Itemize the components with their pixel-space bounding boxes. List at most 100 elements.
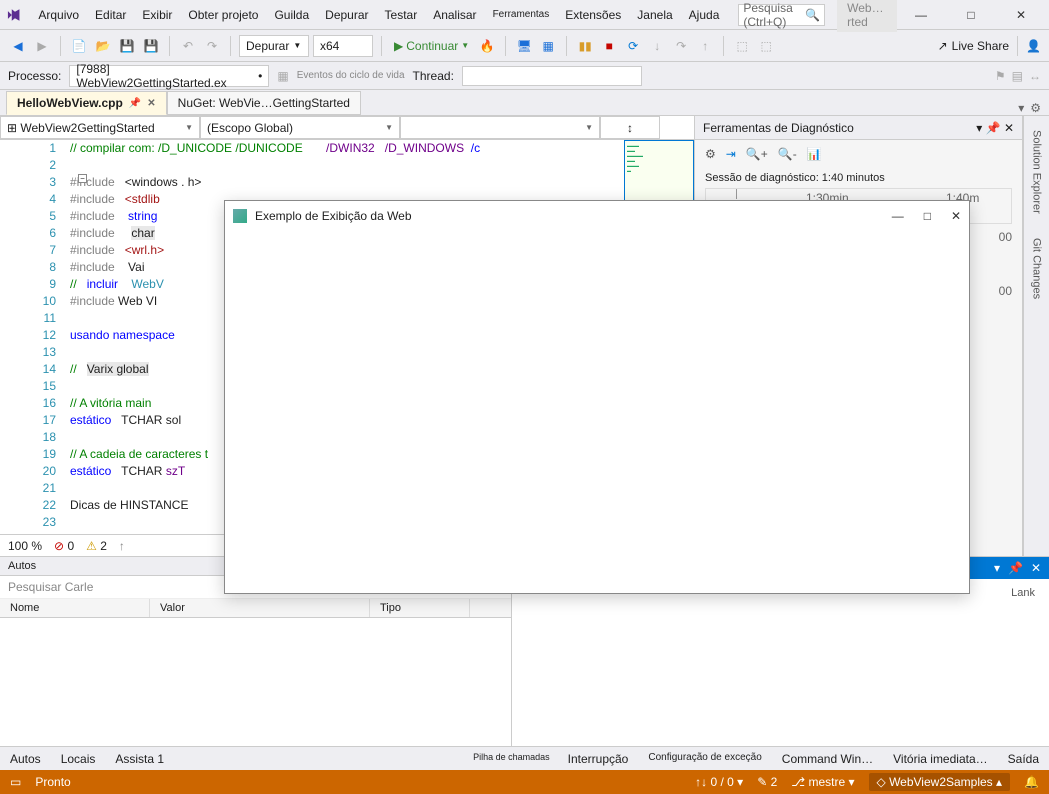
undo-icon[interactable]: ↶ — [178, 36, 198, 56]
tab-gear-icon[interactable]: ⚙ — [1030, 101, 1041, 115]
tab-locals[interactable]: Locais — [51, 748, 106, 770]
menu-analisar[interactable]: Analisar — [426, 4, 483, 26]
webview-maximize-button[interactable]: □ — [924, 209, 931, 223]
solution-title-badge: Web…rted — [837, 0, 897, 32]
pause-icon[interactable]: ▮▮ — [575, 36, 595, 56]
branch-status[interactable]: ⎇ mestre ▾ — [791, 775, 854, 789]
tab-close-icon[interactable]: ✕ — [147, 98, 155, 109]
webview-window[interactable]: Exemplo de Exibição da Web — □ ✕ — [224, 200, 970, 594]
split-editor-button[interactable]: ↕ — [600, 116, 660, 139]
tool-icon-1[interactable]: ⬚ — [732, 36, 752, 56]
step-over-icon[interactable]: ↷ — [671, 36, 691, 56]
cs-pin-icon[interactable]: 📌 — [1008, 561, 1023, 575]
open-icon[interactable]: 📂 — [93, 36, 113, 56]
save-icon[interactable]: 💾 — [117, 36, 137, 56]
menu-janela[interactable]: Janela — [630, 4, 679, 26]
global-search-input[interactable]: Pesquisa (Ctrl+Q) 🔍 — [738, 4, 825, 26]
tab-nuget[interactable]: NuGet: WebVie…GettingStarted — [167, 91, 361, 115]
step-into-icon[interactable]: ↓ — [647, 36, 667, 56]
global-scope-dropdown[interactable]: (Escopo Global)▼ — [200, 116, 400, 139]
browse-icon[interactable]: 🖥 — [514, 36, 534, 56]
tab-output[interactable]: Saída — [998, 748, 1049, 770]
tab-dropdown-icon[interactable]: ▾ — [1018, 101, 1024, 115]
col-name[interactable]: Nome — [0, 599, 150, 617]
process-dropdown[interactable]: [7988] WebView2GettingStarted.ex • — [69, 65, 269, 87]
tab-command-window[interactable]: Command Win… — [772, 748, 883, 770]
zoom-level[interactable]: 100 % — [8, 539, 42, 553]
flag-icon[interactable]: ⚑ — [995, 69, 1006, 83]
maximize-button[interactable]: □ — [949, 1, 993, 29]
menu-guilda[interactable]: Guilda — [267, 4, 316, 26]
export-icon[interactable]: ⇥ — [726, 147, 736, 161]
forward-icon[interactable]: ▶ — [32, 36, 52, 56]
zoom-in-icon[interactable]: 🔍+ — [746, 147, 768, 161]
tab-autos[interactable]: Autos — [0, 748, 51, 770]
tab-breakpoints[interactable]: Interrupção — [558, 748, 639, 770]
col-value[interactable]: Valor — [150, 599, 370, 617]
bottom-tabs: Autos Locais Assista 1 Pilha de chamadas… — [0, 746, 1049, 770]
tab-callstack[interactable]: Pilha de chamadas — [465, 748, 558, 770]
menu-ferramentas[interactable]: Ferramentas — [486, 5, 557, 24]
continue-button[interactable]: ▶ Continuar ▼ — [390, 35, 473, 57]
thread-dropdown[interactable] — [462, 66, 642, 86]
cs-dropdown-icon[interactable]: ▾ — [994, 561, 1000, 575]
chart-icon[interactable]: 📊 — [807, 147, 822, 161]
rail-solution-explorer[interactable]: Solution Explorer — [1029, 126, 1045, 218]
diagnostics-title: Ferramentas de Diagnóstico — [703, 121, 854, 135]
webview-close-button[interactable]: ✕ — [951, 209, 961, 223]
pane-dropdown-icon[interactable]: ▾ — [976, 121, 982, 135]
stack-icon[interactable]: ▤ — [1012, 69, 1023, 83]
menu-testar[interactable]: Testar — [378, 4, 425, 26]
step-out-icon[interactable]: ↑ — [695, 36, 715, 56]
search-icon: 🔍 — [805, 8, 820, 22]
back-icon[interactable]: ◀ — [8, 36, 28, 56]
arrow-icon[interactable]: ↔ — [1029, 69, 1041, 83]
play-icon: ▶ — [394, 39, 403, 53]
menu-exibir[interactable]: Exibir — [135, 4, 179, 26]
pane-close-icon[interactable]: ✕ — [1004, 121, 1014, 135]
platform-dropdown[interactable]: x64 — [313, 35, 373, 57]
minimap[interactable]: ▬▬▬▬▬▬▬▬▬▬▬▬▬▬▬ — [624, 140, 694, 205]
menu-ajuda[interactable]: Ajuda — [682, 4, 727, 26]
lifecycle-icon[interactable]: ▦ — [277, 69, 288, 83]
notifications-icon[interactable]: 🔔 — [1024, 775, 1039, 789]
member-scope-dropdown[interactable]: ▼ — [400, 116, 600, 139]
liveshare-button[interactable]: Live Share — [952, 39, 1009, 53]
minimize-button[interactable]: — — [899, 1, 943, 29]
zoom-out-icon[interactable]: 🔍- — [778, 147, 797, 161]
col-type[interactable]: Tipo — [370, 599, 470, 617]
close-button[interactable]: ✕ — [999, 1, 1043, 29]
tool-icon-2[interactable]: ⬚ — [756, 36, 776, 56]
restart-icon[interactable]: ⟳ — [623, 36, 643, 56]
pin-icon[interactable]: 📌 — [129, 98, 141, 109]
webview-minimize-button[interactable]: — — [892, 209, 904, 223]
config-dropdown[interactable]: Depurar ▼ — [239, 35, 309, 57]
tab-watch1[interactable]: Assista 1 — [105, 748, 174, 770]
tab-hellowebview[interactable]: HelloWebView.cpp 📌 ✕ — [6, 91, 167, 115]
account-icon[interactable]: 👤 — [1026, 39, 1041, 53]
cs-close-icon[interactable]: ✕ — [1031, 561, 1041, 575]
layout-icon[interactable]: ▦ — [538, 36, 558, 56]
gear-icon[interactable]: ⚙ — [705, 147, 716, 161]
hot-reload-icon[interactable]: 🔥 — [477, 36, 497, 56]
tab-immediate[interactable]: Vitória imediata… — [883, 748, 998, 770]
new-file-icon[interactable]: 📄 — [69, 36, 89, 56]
menu-arquivo[interactable]: Arquivo — [31, 4, 86, 26]
save-all-icon[interactable]: 💾 — [141, 36, 161, 56]
menu-depurar[interactable]: Depurar — [318, 4, 375, 26]
fold-icon[interactable]: − — [78, 174, 87, 183]
sync-status[interactable]: ↑↓ 0 / 0 ▾ — [695, 775, 743, 789]
changes-status[interactable]: ✎ 2 — [757, 775, 777, 789]
pane-pin-icon[interactable]: 📌 — [986, 121, 1001, 135]
stop-icon[interactable]: ■ — [599, 36, 619, 56]
warning-icon: ⚠ — [86, 539, 97, 553]
menu-obter projeto[interactable]: Obter projeto — [181, 4, 265, 26]
menu-extensões[interactable]: Extensões — [558, 4, 628, 26]
rail-git-changes[interactable]: Git Changes — [1029, 234, 1045, 303]
menu-editar[interactable]: Editar — [88, 4, 133, 26]
redo-icon[interactable]: ↷ — [202, 36, 222, 56]
tab-exception-settings[interactable]: Configuração de exceção — [638, 748, 771, 770]
project-scope-dropdown[interactable]: ⊞ WebView2GettingStarted▼ — [0, 116, 200, 139]
autos-search-input[interactable]: Pesquisar Carle — [8, 580, 93, 594]
nav-up-icon[interactable]: ↑ — [119, 539, 125, 553]
